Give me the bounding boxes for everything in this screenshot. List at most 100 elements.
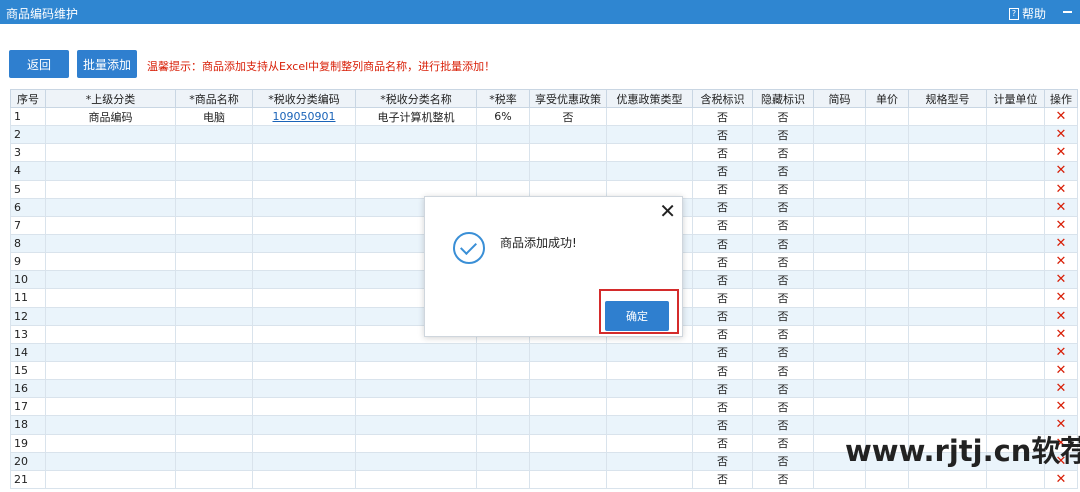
cell-tax-included[interactable]: 否 (692, 143, 753, 163)
cell-unit-price[interactable] (865, 161, 909, 181)
cell-policy-type[interactable] (606, 342, 693, 362)
cell-hidden[interactable]: 否 (752, 233, 814, 254)
cell-short-code[interactable] (813, 143, 866, 163)
cell-policy-type[interactable] (606, 360, 693, 381)
cell-policy-type[interactable] (606, 397, 693, 417)
cell-product-name[interactable] (175, 324, 253, 344)
cell-parent-category[interactable] (45, 288, 176, 308)
cell-unit[interactable] (986, 342, 1045, 362)
cell-parent-category[interactable] (45, 433, 176, 453)
cell-preferential[interactable] (529, 161, 607, 181)
cell-policy-type[interactable] (606, 125, 693, 145)
cell-tax-code[interactable] (252, 233, 356, 254)
cell-tax-included[interactable]: 否 (692, 106, 753, 127)
cell-policy-type[interactable] (606, 415, 693, 435)
delete-row-icon[interactable]: ✕ (1056, 109, 1067, 124)
cell-tax-name[interactable] (355, 469, 477, 489)
cell-spec[interactable] (908, 161, 987, 181)
cell-tax-code[interactable] (252, 379, 356, 399)
cell-seq[interactable]: 20 (10, 451, 46, 471)
minimize-icon[interactable] (1063, 11, 1072, 13)
cell-tax-code[interactable] (252, 433, 356, 453)
cell-unit-price[interactable] (865, 125, 909, 145)
delete-row-icon[interactable]: ✕ (1056, 254, 1067, 269)
delete-row-icon[interactable]: ✕ (1056, 236, 1067, 251)
cell-parent-category[interactable] (45, 379, 176, 399)
cell-short-code[interactable] (813, 306, 866, 326)
cell-hidden[interactable]: 否 (752, 215, 814, 235)
cell-tax-rate[interactable] (476, 451, 530, 471)
tax-code-link[interactable]: 109050901 (273, 110, 336, 123)
cell-tax-code[interactable] (252, 252, 356, 272)
cell-product-name[interactable] (175, 397, 253, 417)
delete-row-icon[interactable]: ✕ (1056, 272, 1067, 287)
cell-tax-rate[interactable] (476, 342, 530, 362)
cell-tax-included[interactable]: 否 (692, 397, 753, 417)
cell-parent-category[interactable] (45, 125, 176, 145)
table-row[interactable]: 14 否否 ✕ (10, 342, 1078, 362)
cell-unit-price[interactable] (865, 215, 909, 235)
cell-tax-name[interactable] (355, 379, 477, 399)
cell-unit[interactable] (986, 252, 1045, 272)
cell-tax-name[interactable] (355, 161, 477, 181)
cell-spec[interactable] (908, 270, 987, 290)
cell-parent-category[interactable] (45, 233, 176, 254)
cell-parent-category[interactable] (45, 179, 176, 199)
cell-seq[interactable]: 21 (10, 469, 46, 489)
delete-row-icon[interactable]: ✕ (1056, 363, 1067, 378)
cell-parent-category[interactable] (45, 197, 176, 217)
close-icon[interactable]: ✕ (659, 199, 676, 223)
cell-short-code[interactable] (813, 288, 866, 308)
cell-hidden[interactable]: 否 (752, 252, 814, 272)
cell-product-name[interactable] (175, 306, 253, 326)
delete-row-icon[interactable]: ✕ (1056, 399, 1067, 414)
cell-short-code[interactable] (813, 197, 866, 217)
cell-hidden[interactable]: 否 (752, 288, 814, 308)
cell-hidden[interactable]: 否 (752, 125, 814, 145)
cell-product-name[interactable] (175, 252, 253, 272)
cell-hidden[interactable]: 否 (752, 324, 814, 344)
cell-seq[interactable]: 14 (10, 342, 46, 362)
cell-product-name[interactable] (175, 197, 253, 217)
cell-unit[interactable] (986, 306, 1045, 326)
cell-tax-rate[interactable] (476, 415, 530, 435)
cell-unit-price[interactable] (865, 324, 909, 344)
cell-unit[interactable] (986, 179, 1045, 199)
cell-product-name[interactable] (175, 143, 253, 163)
cell-preferential[interactable] (529, 342, 607, 362)
cell-seq[interactable]: 17 (10, 397, 46, 417)
cell-seq[interactable]: 16 (10, 379, 46, 399)
cell-unit-price[interactable] (865, 342, 909, 362)
cell-hidden[interactable]: 否 (752, 342, 814, 362)
cell-short-code[interactable] (813, 469, 866, 489)
table-row[interactable]: 21 否否 ✕ (10, 469, 1078, 489)
cell-product-name[interactable] (175, 161, 253, 181)
cell-tax-code[interactable] (252, 288, 356, 308)
cell-seq[interactable]: 1 (10, 106, 46, 127)
cell-hidden[interactable]: 否 (752, 469, 814, 489)
cell-hidden[interactable]: 否 (752, 270, 814, 290)
cell-parent-category[interactable] (45, 324, 176, 344)
cell-product-name[interactable] (175, 288, 253, 308)
cell-unit[interactable] (986, 125, 1045, 145)
delete-row-icon[interactable]: ✕ (1056, 182, 1067, 197)
cell-seq[interactable]: 5 (10, 179, 46, 199)
table-row[interactable]: 15 否否 ✕ (10, 360, 1078, 381)
cell-parent-category[interactable] (45, 342, 176, 362)
cell-tax-name[interactable] (355, 451, 477, 471)
cell-tax-rate[interactable] (476, 161, 530, 181)
cell-tax-name[interactable] (355, 360, 477, 381)
cell-unit-price[interactable] (865, 179, 909, 199)
cell-short-code[interactable] (813, 233, 866, 254)
cell-tax-included[interactable]: 否 (692, 197, 753, 217)
cell-tax-name[interactable] (355, 342, 477, 362)
cell-seq[interactable]: 12 (10, 306, 46, 326)
cell-short-code[interactable] (813, 161, 866, 181)
cell-unit[interactable] (986, 469, 1045, 489)
cell-tax-included[interactable]: 否 (692, 179, 753, 199)
cell-spec[interactable] (908, 106, 987, 127)
batch-add-button[interactable]: 批量添加 (77, 50, 137, 78)
cell-tax-code[interactable] (252, 125, 356, 145)
cell-tax-rate[interactable] (476, 469, 530, 489)
table-row[interactable]: 17 否否 ✕ (10, 397, 1078, 417)
